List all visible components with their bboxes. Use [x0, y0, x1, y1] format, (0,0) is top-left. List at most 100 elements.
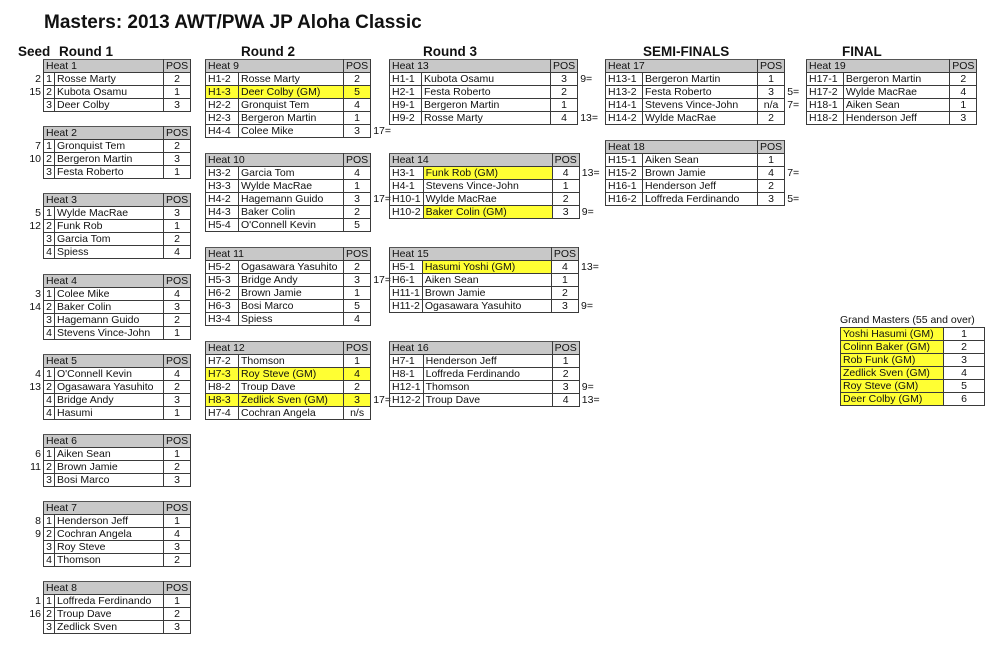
semis-heat-table: Heat 17 POS H13-1 Bergeron Martin 1 H13-2 Fest…	[605, 59, 808, 125]
heat-row: 13 2 Ogasawara Yasuhito 2	[23, 380, 192, 394]
placing-note	[785, 112, 808, 125]
position-value: 3	[756, 85, 786, 99]
heat-label: Heat 17	[605, 59, 758, 73]
competitor-name: Aiken Sean	[54, 447, 164, 461]
pos-header: POS	[342, 59, 372, 73]
entry-number: 4	[43, 245, 55, 259]
placing-note: 17=	[373, 125, 391, 137]
round1-heat-table: Heat 2 POS 7 1 Gronquist Tem 2 10 2 Bergeron Mar…	[23, 126, 192, 179]
heat-row: 5 1 Wylde MacRae 3	[23, 206, 192, 220]
placing-note	[977, 86, 1000, 99]
competitor-name: Festa Roberto	[642, 85, 758, 99]
heat-row: H13-2 Festa Roberto 3 5=	[605, 85, 808, 99]
position-value: 2	[550, 286, 580, 300]
placing-note	[579, 274, 602, 287]
position-value: 4	[949, 85, 978, 99]
seed-number	[23, 233, 44, 246]
competitor-name: Rosse Marty	[238, 72, 344, 86]
competitor-name: Rosse Marty	[421, 111, 551, 125]
note-spacer	[578, 60, 601, 73]
seed-spacer	[23, 275, 44, 288]
placing-note: 5=	[787, 193, 800, 205]
seed-spacer	[23, 435, 44, 448]
position-value: 2	[342, 380, 372, 394]
heat-code: H16-2	[605, 192, 643, 206]
heat-code: H10-2	[389, 205, 424, 219]
heat-row: H15-2 Brown Jamie 4 7=	[605, 166, 808, 180]
position-value: 5	[342, 218, 372, 232]
seed-number	[23, 166, 44, 179]
position-value: 4	[549, 111, 579, 125]
semifinals-header: SEMI-FINALS	[643, 44, 730, 59]
competitor-name: O'Connell Kevin	[238, 218, 344, 232]
heat-header-row: Heat 7 POS	[23, 501, 192, 515]
heat-code: H7-4	[205, 406, 239, 420]
pos-header: POS	[162, 354, 192, 368]
pos-header: POS	[756, 140, 786, 154]
round2-heat-table: Heat 11 POS H5-2 Ogasawara Yasuhito 2 H5-3 Bri…	[205, 247, 394, 326]
competitor-name: Henderson Jeff	[54, 514, 164, 528]
competitor-name: Bergeron Martin	[842, 72, 951, 86]
pos-header: POS	[162, 193, 192, 207]
heat-row: H2-3 Bergeron Martin 1	[205, 111, 394, 125]
placing-note	[579, 368, 602, 381]
competitor-name: Wylde MacRae	[54, 206, 164, 220]
heat-label: Heat 15	[389, 247, 552, 261]
heat-header-row: Heat 3 POS	[23, 193, 192, 207]
position-value: 3	[949, 111, 978, 125]
competitor-name: Ogasawara Yasuhito	[54, 380, 164, 394]
entry-number: 2	[43, 300, 55, 314]
seed-number: 8	[35, 515, 41, 527]
competitor-name: Bridge Andy	[54, 393, 164, 407]
placing-note: 9=	[581, 300, 593, 312]
competitor-name: Wylde MacRae	[642, 111, 758, 125]
pos-header: POS	[756, 59, 786, 73]
competitor-name: Zedlick Sven (GM)	[238, 393, 344, 407]
heat-header-row: Heat 15 POS	[389, 247, 602, 261]
rank-value: 6	[943, 392, 985, 406]
position-value: 4	[162, 527, 192, 541]
seed-spacer	[23, 194, 44, 207]
page-title: Masters: 2013 AWT/PWA JP Aloha Classic	[44, 12, 422, 33]
entry-number: 1	[43, 206, 55, 220]
competitor-name: Spiess	[54, 245, 164, 259]
placing-note: 13=	[581, 261, 599, 273]
competitor-name: Bosi Marco	[238, 299, 344, 313]
seed-number: 9	[35, 528, 41, 540]
position-value: 4	[342, 166, 372, 180]
competitor-name: Roy Steve (GM)	[238, 367, 344, 381]
seed-number: 15	[29, 86, 41, 98]
placing-note	[785, 73, 808, 86]
round3-heat-table: Heat 14 POS H3-1 Funk Rob (GM) 4 13= H4-1 Steve…	[389, 153, 603, 219]
placing-note: 5=	[787, 86, 800, 98]
heat-code: H11-2	[389, 299, 423, 313]
position-value: 1	[162, 219, 192, 233]
competitor-name: Loffreda Ferdinando	[422, 367, 553, 381]
heat-row: H18-1 Aiken Sean 1	[806, 98, 1000, 112]
heat-header-row: Heat 13 POS	[389, 59, 601, 73]
placing-note	[785, 180, 808, 193]
pos-header: POS	[342, 341, 372, 355]
competitor-name: Cochran Angela	[238, 406, 344, 420]
pos-header: POS	[949, 59, 978, 73]
heat-label: Heat 1	[43, 59, 164, 73]
heat-label: Heat 5	[43, 354, 164, 368]
pos-header: POS	[162, 126, 192, 140]
heat-row: 16 2 Troup Dave 2	[23, 607, 192, 621]
placing-note	[977, 99, 1000, 112]
competitor-name: Stevens Vince-John	[54, 326, 164, 340]
competitor-name: Bergeron Martin	[238, 111, 344, 125]
competitor-name: Garcia Tom	[54, 232, 164, 246]
position-value: 4	[162, 367, 192, 381]
competitor-name: Stevens Vince-John	[422, 179, 553, 193]
grand-masters-row: Yoshi Hasumi (GM) 1	[840, 327, 985, 341]
position-value: 2	[162, 313, 192, 327]
heat-code: H8-3	[205, 393, 239, 407]
heat-row: 9 2 Cochran Angela 4	[23, 527, 192, 541]
heat-label: Heat 16	[389, 341, 553, 355]
heat-row: 6 1 Aiken Sean 1	[23, 447, 192, 461]
competitor-name: Gronquist Tem	[54, 139, 164, 153]
heat-row: H13-1 Bergeron Martin 1	[605, 72, 808, 86]
placing-note	[371, 219, 394, 232]
placing-note: 9=	[581, 206, 594, 218]
